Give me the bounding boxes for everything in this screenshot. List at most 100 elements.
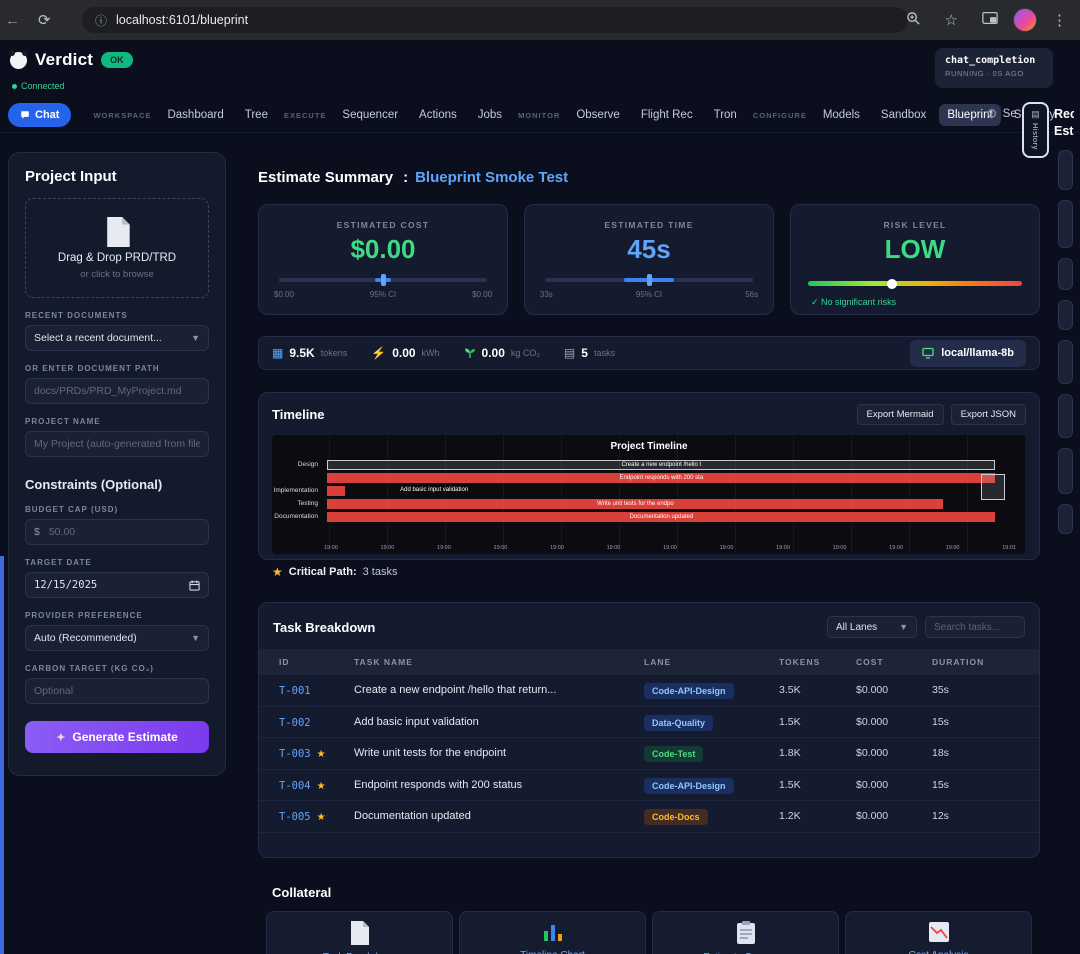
gantt-bar[interactable]: Create a new endpoint /hello t — [327, 460, 995, 470]
browser-menu-icon[interactable]: ⋮ — [1043, 11, 1076, 29]
rail-item[interactable] — [1058, 504, 1073, 534]
task-id[interactable]: T-001 — [279, 685, 311, 697]
chat-button[interactable]: Chat — [8, 103, 71, 127]
cost-range: $0.00 95% CI $0.00 — [274, 290, 492, 299]
rail-item[interactable] — [1058, 200, 1073, 248]
task-id[interactable]: T-005 — [279, 811, 311, 823]
rail-item[interactable] — [1058, 394, 1073, 438]
collateral-card[interactable]: Cost Analysis — [845, 911, 1032, 954]
nav-item-sandbox[interactable]: Sandbox — [873, 104, 934, 126]
summary-project-link[interactable]: Blueprint Smoke Test — [415, 169, 568, 186]
collateral-card[interactable]: Timeline Chart — [459, 911, 646, 954]
nav-item-jobs[interactable]: Jobs — [470, 104, 510, 126]
model-name: local/llama-8b — [941, 347, 1014, 359]
nav-item-flight-rec[interactable]: Flight Rec — [633, 104, 701, 126]
nav-item-sequencer[interactable]: Sequencer — [334, 104, 406, 126]
job-status-card[interactable]: chat_completion RUNNING · 0S AGO — [935, 48, 1053, 88]
budget-cap-input[interactable]: $ 50.00 — [25, 519, 209, 545]
collateral-card[interactable]: Task Breakdown — [266, 911, 453, 954]
task-tokens: 1.5K — [779, 779, 856, 791]
rail-item[interactable] — [1058, 150, 1073, 190]
table-row[interactable]: T-005★ Documentation updated Code-Docs 1… — [259, 801, 1039, 833]
zoom-icon[interactable] — [897, 11, 930, 30]
lane-filter-select[interactable]: All Lanes ▼ — [827, 616, 917, 638]
nav-item-observe[interactable]: Observe — [568, 104, 627, 126]
model-pill[interactable]: local/llama-8b — [910, 340, 1026, 367]
file-dropzone[interactable]: Drag & Drop PRD/TRD or click to browse — [25, 198, 209, 298]
document-path-input[interactable] — [25, 378, 209, 404]
task-search-input[interactable] — [925, 616, 1025, 638]
rail-item[interactable] — [1058, 300, 1073, 330]
nav-item-tree[interactable]: Tree — [237, 104, 276, 126]
back-icon[interactable]: ← — [0, 12, 29, 29]
task-id[interactable]: T-003 — [279, 748, 311, 760]
task-duration: 18s — [932, 747, 1039, 759]
task-id[interactable]: T-004 — [279, 780, 311, 792]
address-bar[interactable]: ⓘ localhost:6101/blueprint — [82, 7, 908, 33]
bookmark-star-icon[interactable]: ☆ — [936, 11, 967, 29]
profile-avatar[interactable] — [1013, 8, 1037, 32]
lane-documentation: Documentation — [274, 513, 318, 520]
local-model-icon — [922, 347, 934, 359]
task-name: Documentation updated — [354, 810, 644, 822]
estimated-time-card: ESTIMATED TIME 45s 33s 95% CI 56s — [524, 204, 774, 315]
history-tab[interactable]: ▤ History — [1022, 102, 1049, 158]
rail-item[interactable] — [1058, 448, 1073, 494]
nav-item-actions[interactable]: Actions — [411, 104, 465, 126]
project-name-input[interactable] — [25, 431, 209, 457]
recent-documents-select[interactable]: Select a recent document... ▼ — [25, 325, 209, 351]
table-row[interactable]: T-002 Add basic input validation Data-Qu… — [259, 707, 1039, 739]
settings-button[interactable]: ⚙ Se — [986, 106, 1017, 122]
col-header-lane: LANE — [644, 657, 779, 667]
gantt-lane-labels: Design Implementation Testing Documentat… — [272, 459, 322, 539]
site-info-icon[interactable]: ⓘ — [95, 12, 107, 29]
cost-ci-slider[interactable] — [279, 278, 487, 282]
gantt-bar[interactable]: Documentation updated — [327, 512, 995, 522]
target-date-input[interactable]: 12/15/2025 — [25, 572, 209, 598]
reload-icon[interactable]: ⟳ — [29, 11, 60, 29]
table-row[interactable]: T-004★ Endpoint responds with 200 status… — [259, 770, 1039, 802]
gantt-bar[interactable]: Endpoint responds with 200 sta — [327, 473, 995, 483]
nav-item-dashboard[interactable]: Dashboard — [159, 104, 231, 126]
nav-item-tron[interactable]: Tron — [706, 104, 745, 126]
document-icon — [350, 921, 370, 945]
carbon-target-input[interactable] — [25, 678, 209, 704]
export-mermaid-button[interactable]: Export Mermaid — [857, 404, 944, 425]
url-text: localhost:6101/blueprint — [116, 13, 248, 27]
chrome-actions: ☆ ⋮ — [897, 0, 1076, 40]
rail-item[interactable] — [1058, 340, 1073, 384]
time-ci-slider[interactable] — [545, 278, 753, 282]
task-tokens: 1.8K — [779, 747, 856, 759]
table-row[interactable]: T-003★ Write unit tests for the endpoint… — [259, 738, 1039, 770]
task-duration: 12s — [932, 810, 1039, 822]
rail-item[interactable] — [1058, 258, 1073, 290]
gantt-bar[interactable]: Write unit tests for the endpo — [327, 499, 943, 509]
task-name: Add basic input validation — [354, 716, 644, 728]
connection-label: Connected — [21, 81, 65, 91]
table-row[interactable]: T-001 Create a new endpoint /hello that … — [259, 675, 1039, 707]
stats-bar: ▦ 9.5K tokens ⚡ 0.00 kWh 0.00 kg CO₂ ▤ 5… — [258, 336, 1040, 370]
timeline-title: Timeline — [272, 407, 325, 422]
col-header-duration: DURATION — [932, 657, 1039, 667]
lane-badge: Code-API-Design — [644, 778, 734, 794]
clipboard-icon — [736, 921, 756, 945]
export-json-button[interactable]: Export JSON — [951, 404, 1026, 425]
collateral-card[interactable]: Estimate Summary — [652, 911, 839, 954]
generate-estimate-button[interactable]: ✦ Generate Estimate — [25, 721, 209, 753]
slider-thumb[interactable] — [381, 274, 386, 286]
gantt-end-marker — [981, 474, 1005, 500]
recent-estimates-rail: Recent Estimates — [1054, 106, 1080, 534]
nav-item-models[interactable]: Models — [815, 104, 868, 126]
provider-preference-select[interactable]: Auto (Recommended) ▼ — [25, 625, 209, 651]
task-table-header: ID TASK NAME LANE TOKENS COST DURATION — [259, 649, 1039, 675]
install-app-icon[interactable] — [973, 11, 1007, 29]
task-id[interactable]: T-002 — [279, 717, 311, 729]
energy-bolt-icon: ⚡ — [371, 346, 386, 360]
slider-thumb[interactable] — [647, 274, 652, 286]
summary-title: Estimate Summary — [258, 169, 393, 186]
carbon-value: 0.00 — [482, 346, 505, 360]
gantt-bar[interactable] — [327, 486, 344, 496]
document-path-label: OR ENTER DOCUMENT PATH — [25, 364, 209, 373]
app-brand: Verdict OK — [10, 50, 133, 70]
risk-gauge[interactable] — [808, 281, 1021, 286]
